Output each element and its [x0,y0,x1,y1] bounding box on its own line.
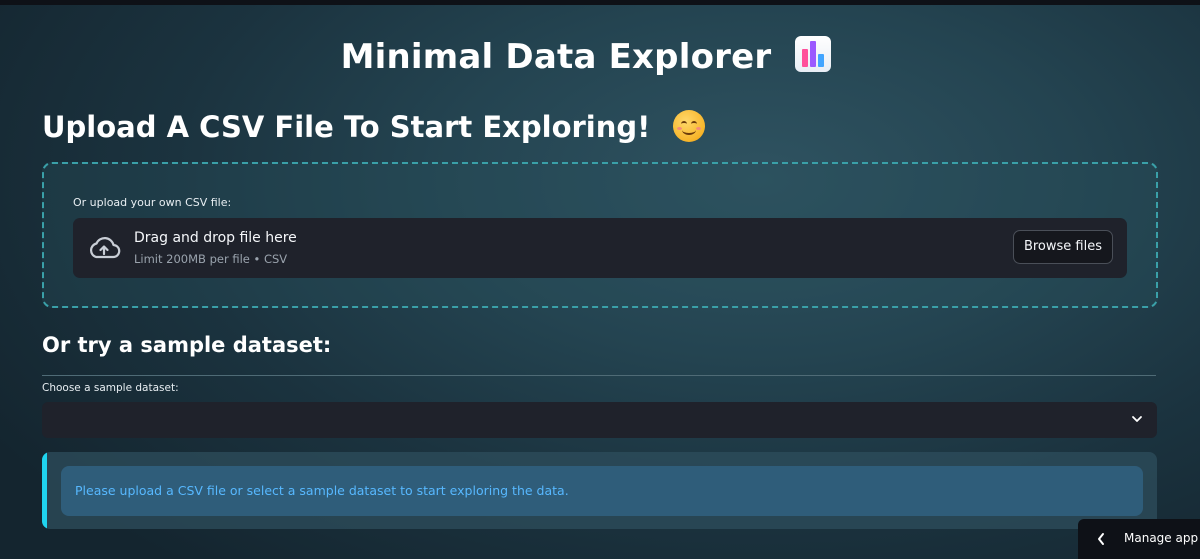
chevron-down-icon [1132,416,1142,422]
divider [42,375,1156,376]
smiling-face-icon [672,110,705,142]
page-title-text: Minimal Data Explorer [340,37,772,77]
upload-heading-text: Upload A CSV File To Start Exploring! [42,110,651,144]
manage-app-label: Manage app [1124,531,1199,545]
page-title: Minimal Data Explorer [0,36,1172,77]
info-alert: Please upload a CSV file or select a sam… [61,466,1143,516]
file-uploader: Or upload your own CSV file: Drag and dr… [42,162,1158,308]
dropzone-title: Drag and drop file here [134,230,297,246]
chevron-left-icon [1098,533,1104,545]
info-alert-container: Please upload a CSV file or select a sam… [42,452,1157,529]
cloud-upload-icon [90,237,121,259]
browse-files-button[interactable]: Browse files [1012,230,1113,264]
file-dropzone[interactable]: Drag and drop file here Limit 200MB per … [73,218,1127,278]
manage-app-button[interactable]: Manage app [1078,519,1200,559]
bar-chart-icon [795,36,832,72]
upload-heading: Upload A CSV File To Start Exploring! [42,110,705,144]
info-alert-text: Please upload a CSV file or select a sam… [75,483,569,498]
sample-select-label: Choose a sample dataset: [42,382,179,394]
top-bar [0,0,1200,5]
dropzone-subtitle: Limit 200MB per file • CSV [134,252,288,266]
alert-accent-bar [42,452,47,529]
uploader-label: Or upload your own CSV file: [73,196,232,209]
sample-dataset-select[interactable] [42,402,1157,438]
sample-heading: Or try a sample dataset: [42,333,332,357]
